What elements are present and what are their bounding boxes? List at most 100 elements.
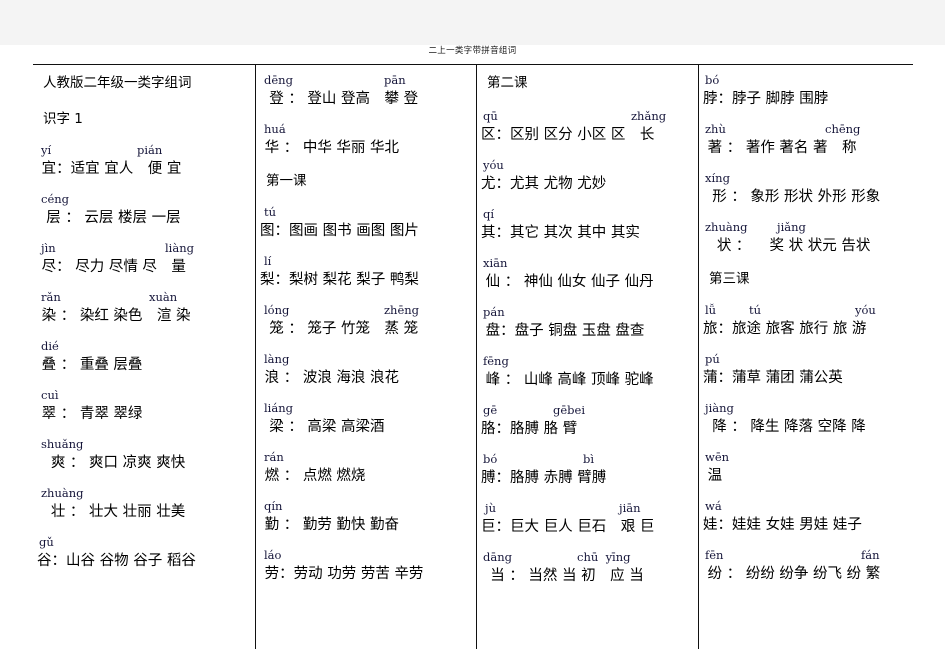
pinyin-label: zhuàng bbox=[41, 486, 84, 500]
hanzi-words-line: 翠 ： 青翠 翠绿 bbox=[37, 406, 143, 422]
hanzi-words-line: 旅：旅途 旅客 旅行 旅 游 bbox=[703, 321, 867, 337]
hanzi-words-line: 纷 ： 纷纷 纷争 纷飞 纷 繁 bbox=[703, 566, 881, 582]
table-column-2: dēng pān 登 ： 登山 登高 攀 登 huá 华 ： 中华 华丽 华北 第一课… bbox=[255, 65, 476, 649]
pinyin-line: lǚ tú yóu bbox=[703, 303, 909, 318]
vocabulary-entry: bó bì 膊：胳膊 赤膊 臂膊 bbox=[481, 452, 694, 496]
pinyin-line: lóng zhēng bbox=[260, 303, 472, 318]
section-heading: 第一课 bbox=[266, 173, 307, 189]
pinyin-line: láo bbox=[260, 548, 472, 563]
hanzi-words-line: 温 bbox=[703, 468, 723, 484]
hanzi-words-line: 勤 ： 勤劳 勤快 勤奋 bbox=[260, 517, 400, 533]
pinyin-line: yóu bbox=[481, 158, 694, 173]
pinyin-label: wēn bbox=[705, 450, 730, 464]
pinyin-label: yóu bbox=[483, 158, 504, 172]
hanzi-words-line: 层 ： 云层 楼层 一层 bbox=[37, 210, 181, 226]
pinyin-label: zhēng bbox=[384, 303, 420, 317]
pinyin-line: dēng pān bbox=[260, 73, 472, 88]
pinyin-label: zhù bbox=[705, 122, 726, 136]
pinyin-label: shuǎng bbox=[41, 437, 84, 451]
pinyin-line: bó bbox=[703, 73, 909, 88]
vocabulary-entry: zhuàng jiǎng 状 ： 奖 状 状元 告状 bbox=[703, 220, 909, 264]
pinyin-label: liàng bbox=[165, 241, 194, 255]
pinyin-label: chēng bbox=[825, 122, 861, 136]
pinyin-label: làng bbox=[264, 352, 290, 366]
vocabulary-entry: pú 蒲：蒲草 蒲团 蒲公英 bbox=[703, 352, 909, 396]
hanzi-words-line: 宜：适宜 宜人 便 宜 bbox=[37, 161, 182, 177]
section-heading: 第三课 bbox=[709, 271, 750, 287]
pinyin-label: fēng bbox=[483, 354, 509, 368]
hanzi-words-line: 降 ： 降生 降落 空降 降 bbox=[703, 419, 866, 435]
pinyin-line: làng bbox=[260, 352, 472, 367]
hanzi-words-line: 其：其它 其次 其中 其实 bbox=[481, 225, 640, 241]
pinyin-line: jù jiān bbox=[481, 501, 694, 516]
pinyin-label: qí bbox=[483, 207, 495, 221]
hanzi-words-line: 燃 ： 点燃 燃烧 bbox=[260, 468, 366, 484]
pinyin-line: xíng bbox=[703, 171, 909, 186]
pinyin-label: céng bbox=[41, 192, 70, 206]
hanzi-words-line: 笼 ： 笼子 竹笼 蒸 笼 bbox=[260, 321, 419, 337]
pinyin-label: pān bbox=[384, 73, 406, 87]
worksheet-table: 人教版二年级一类字组词 识字 1 yí pián 宜：适宜 宜人 便 宜 céng 层 … bbox=[33, 64, 913, 649]
pinyin-label: rán bbox=[264, 450, 284, 464]
vocabulary-entry: jù jiān 巨：巨大 巨人 巨石 艰 巨 bbox=[481, 501, 694, 545]
hanzi-words-line: 区：区别 区分 小区 区 长 bbox=[481, 127, 655, 143]
vocabulary-entry: shuǎng 爽 ： 爽口 凉爽 爽快 bbox=[37, 437, 251, 481]
pinyin-line: bó bì bbox=[481, 452, 694, 467]
hanzi-words-line: 当 ： 当然 当 初 应 当 bbox=[481, 568, 644, 584]
table-column-4: bó 脖：脖子 脚脖 围脖 zhù chēng 著 ： 著作 著名 著 称 xíng 形… bbox=[698, 65, 913, 649]
pinyin-line: qū zhǎng bbox=[481, 109, 694, 124]
vocabulary-entry: wēn 温 bbox=[703, 450, 909, 494]
pinyin-label: fán bbox=[861, 548, 880, 562]
pinyin-label: jiǎng bbox=[777, 220, 806, 234]
vocabulary-entry: zhuàng 壮 ： 壮大 壮丽 壮美 bbox=[37, 486, 251, 530]
pinyin-line: céng bbox=[37, 192, 251, 207]
pinyin-label: yóu bbox=[855, 303, 876, 317]
vocabulary-entry: qín 勤 ： 勤劳 勤快 勤奋 bbox=[260, 499, 472, 543]
pinyin-label: dāng bbox=[483, 550, 512, 564]
pinyin-line: zhuàng jiǎng bbox=[703, 220, 909, 235]
vocabulary-entry: yóu 尤：尤其 尤物 尤妙 bbox=[481, 158, 694, 202]
vocabulary-entry: dēng pān 登 ： 登山 登高 攀 登 bbox=[260, 73, 472, 117]
pinyin-label: tú bbox=[749, 303, 762, 317]
hanzi-words-line: 染 ： 染红 染色 渲 染 bbox=[37, 308, 191, 324]
vocabulary-entry: cuì 翠 ： 青翠 翠绿 bbox=[37, 388, 251, 432]
pinyin-label: xiān bbox=[483, 256, 508, 270]
hanzi-words-line: 娃：娃娃 女娃 男娃 娃子 bbox=[703, 517, 862, 533]
hanzi-words-line: 登 ： 登山 登高 攀 登 bbox=[260, 91, 419, 107]
pinyin-label: chū yīng bbox=[577, 550, 631, 564]
hanzi-words-line: 膊：胳膊 赤膊 臂膊 bbox=[481, 470, 607, 486]
pinyin-label: gǔ bbox=[39, 535, 54, 549]
vocabulary-entry: lǚ tú yóu 旅：旅途 旅客 旅行 旅 游 bbox=[703, 303, 909, 347]
vocabulary-entry: liáng 梁 ： 高梁 高梁酒 bbox=[260, 401, 472, 445]
pinyin-label: liáng bbox=[264, 401, 293, 415]
vocabulary-entry: fēng 峰 ： 山峰 高峰 顶峰 驼峰 bbox=[481, 354, 694, 398]
table-column-1: 人教版二年级一类字组词 识字 1 yí pián 宜：适宜 宜人 便 宜 céng 层 … bbox=[33, 65, 255, 649]
vocabulary-entry: zhù chēng 著 ： 著作 著名 著 称 bbox=[703, 122, 909, 166]
section-heading: 人教版二年级一类字组词 bbox=[43, 75, 192, 91]
pinyin-line: pán bbox=[481, 305, 694, 320]
hanzi-words-line: 脖：脖子 脚脖 围脖 bbox=[703, 91, 829, 107]
pinyin-label: gēbei bbox=[553, 403, 586, 417]
pinyin-label: zhǎng bbox=[631, 109, 667, 123]
hanzi-words-line: 盘：盘子 铜盘 玉盘 盘查 bbox=[481, 323, 645, 339]
vocabulary-entry: lóng zhēng 笼 ： 笼子 竹笼 蒸 笼 bbox=[260, 303, 472, 347]
pinyin-label: bó bbox=[483, 452, 498, 466]
pinyin-label: huá bbox=[264, 122, 286, 136]
pinyin-line: gē gēbei bbox=[481, 403, 694, 418]
table-column-3: 第二课 qū zhǎng 区：区别 区分 小区 区 长 yóu 尤：尤其 尤物 尤妙 qí 其… bbox=[476, 65, 698, 649]
pinyin-line: xiān bbox=[481, 256, 694, 271]
vocabulary-entry: bó 脖：脖子 脚脖 围脖 bbox=[703, 73, 909, 117]
pinyin-line: dāng chū yīng bbox=[481, 550, 694, 565]
vocabulary-entry: wá 娃：娃娃 女娃 男娃 娃子 bbox=[703, 499, 909, 543]
pinyin-line: pú bbox=[703, 352, 909, 367]
vocabulary-entry: yí pián 宜：适宜 宜人 便 宜 bbox=[37, 143, 251, 187]
pinyin-label: gē bbox=[483, 403, 498, 417]
pinyin-line: qín bbox=[260, 499, 472, 514]
pinyin-label: lǚ bbox=[705, 303, 717, 317]
pinyin-line: lí bbox=[260, 254, 472, 269]
pinyin-label: pián bbox=[137, 143, 163, 157]
hanzi-words-line: 峰 ： 山峰 高峰 顶峰 驼峰 bbox=[481, 372, 654, 388]
pinyin-label: rǎn bbox=[41, 290, 61, 304]
document-header-title: 二上一类字带拼音组词 bbox=[428, 46, 517, 56]
pinyin-line: fēn fán bbox=[703, 548, 909, 563]
